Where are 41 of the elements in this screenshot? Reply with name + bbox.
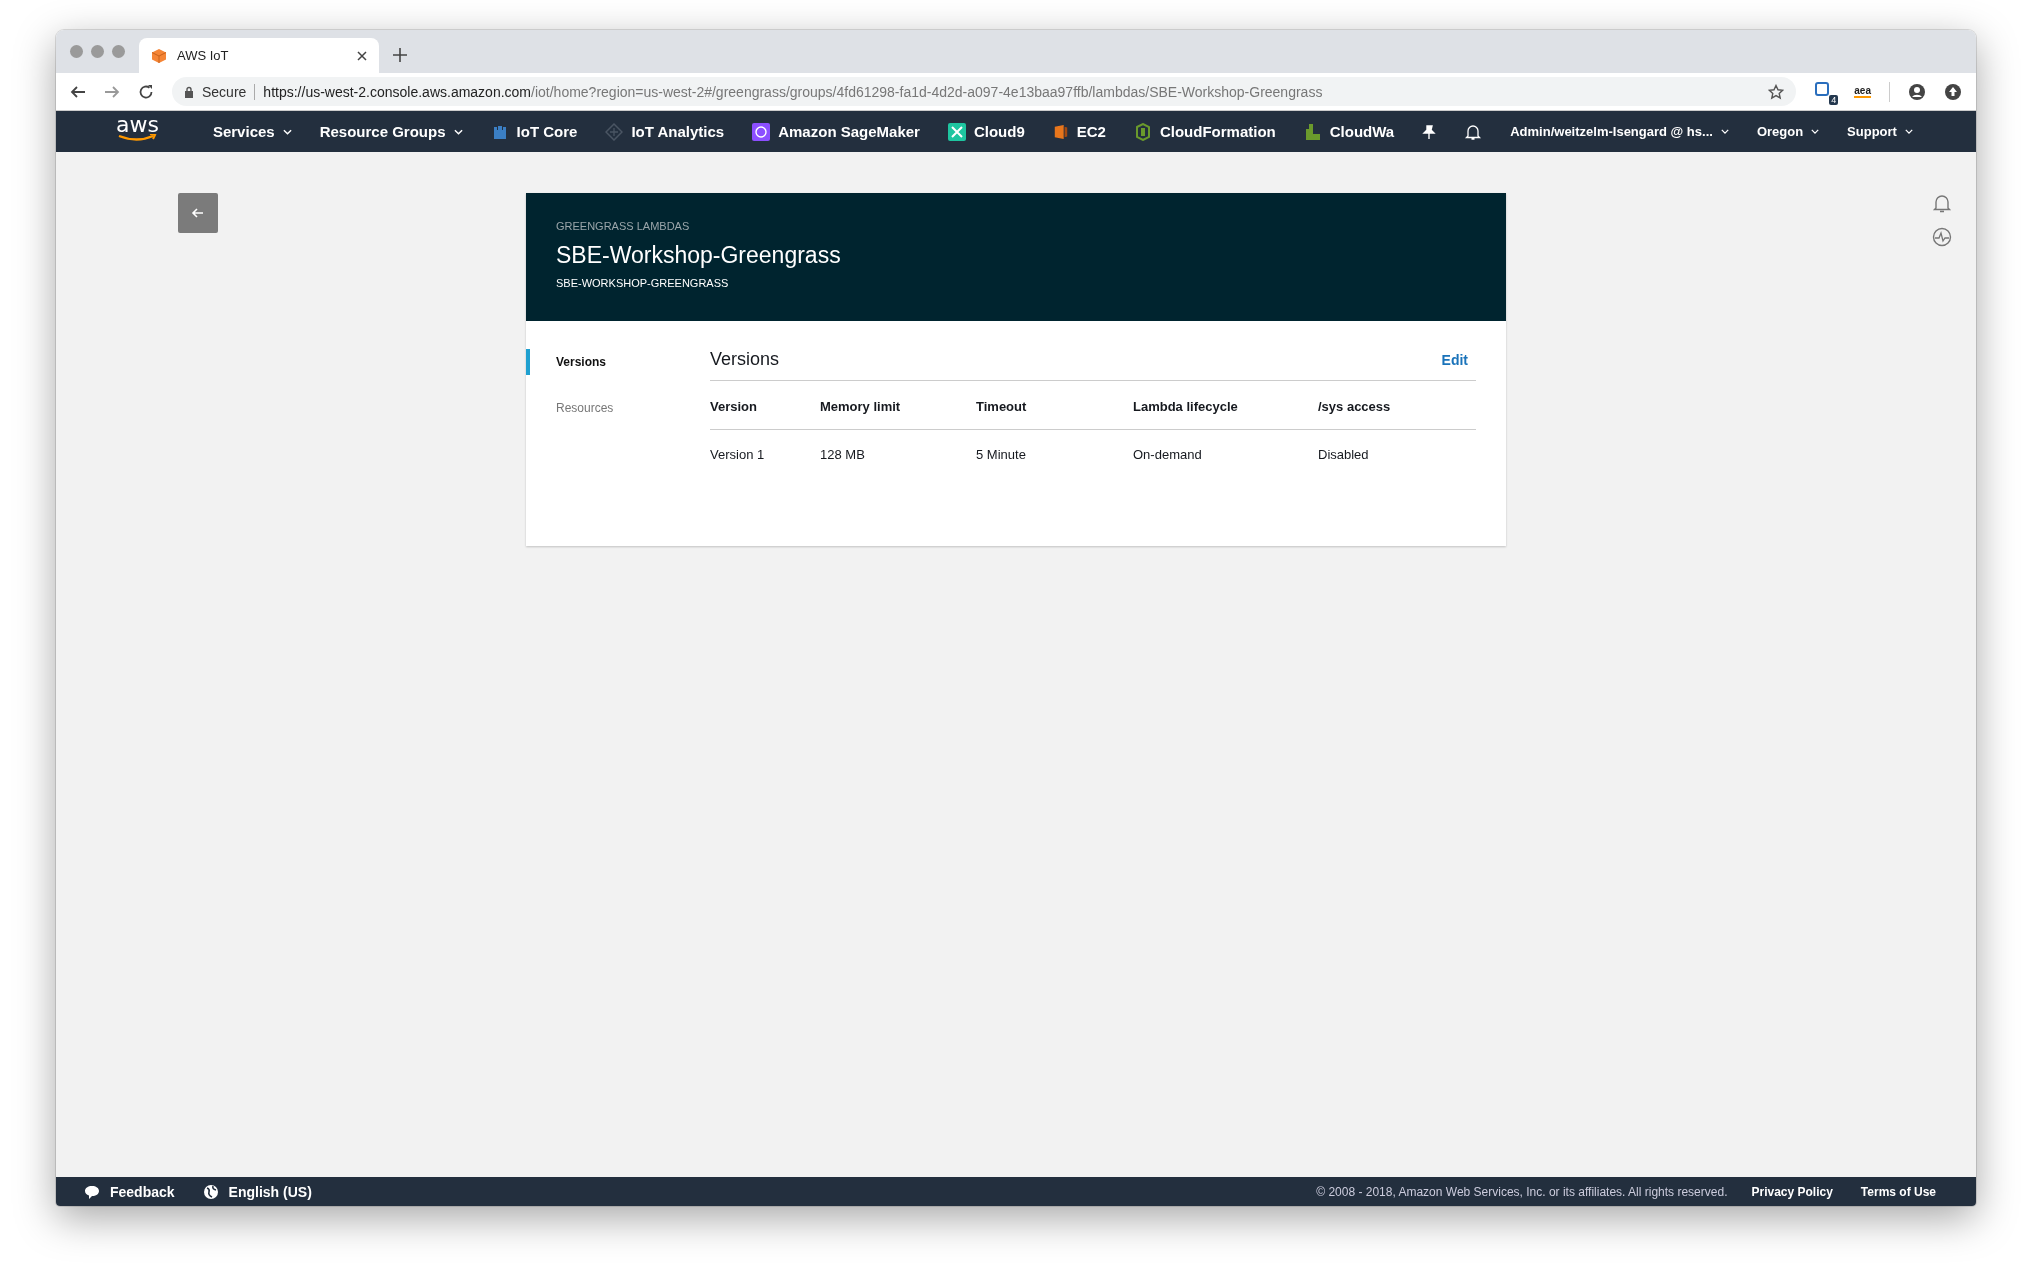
extension-label[interactable]: aea: [1854, 85, 1871, 98]
table-cell: 128 MB: [820, 429, 976, 479]
copyright-text: © 2008 - 2018, Amazon Web Services, Inc. or its affiliates. All rights reserved.: [1316, 1184, 1728, 1199]
column-header: Version: [710, 381, 820, 430]
page-subtitle: SBE-WORKSHOP-GREENGRASS: [556, 277, 730, 289]
service-shortcut[interactable]: CloudFormation: [1133, 122, 1276, 141]
nav-menu[interactable]: Services: [212, 123, 292, 140]
side-tab[interactable]: Versions: [526, 349, 710, 375]
secure-label: Secure: [202, 83, 256, 100]
section-title: Versions: [710, 349, 780, 370]
address-bar[interactable]: Secure https://us-west-2.console.aws.amazon.com/iot/home?region=us-west-2#/greengrass/groups/4fd61298-fa1d-4d2d-a097-4e13baa97ffb/lambdas/SBE-Workshop-Greengrass: [172, 77, 1797, 106]
service-shortcut[interactable]: CloudWa: [1303, 122, 1395, 141]
service-shortcut[interactable]: IoT Core: [490, 122, 578, 141]
service-shortcut[interactable]: Amazon SageMaker: [752, 122, 920, 141]
column-header: /sys access: [1318, 381, 1476, 430]
url-text: https://us-west-2.console.aws.amazon.com/iot/home?region=us-west-2#/greengrass/groups/4fd61298-fa1d-4d2d-a097-4e13baa97ffb/lambdas/SBE-Workshop-Greengrass: [263, 83, 1324, 100]
browser-tab[interactable]: AWS IoT: [139, 38, 379, 73]
support-menu[interactable]: Support: [1847, 124, 1913, 139]
account-menu[interactable]: Admin/weitzelm-Isengard @ hs...: [1510, 124, 1729, 139]
column-header: Timeout: [976, 381, 1133, 430]
table-cell: Version 1: [710, 429, 820, 479]
service-shortcut[interactable]: EC2: [1052, 122, 1106, 141]
language-selector[interactable]: English (US): [202, 1183, 312, 1200]
breadcrumb-label: GREENGRASS LAMBDAS: [556, 220, 691, 232]
table-cell: Disabled: [1318, 429, 1476, 479]
column-header: Lambda lifecycle: [1133, 381, 1318, 430]
table-cell: On-demand: [1133, 429, 1318, 479]
table-cell: 5 Minute: [976, 429, 1133, 479]
feedback-link[interactable]: Feedback: [84, 1183, 175, 1200]
footer-link[interactable]: Terms of Use: [1860, 1184, 1936, 1199]
extension-button[interactable]: 4: [1814, 80, 1837, 103]
column-header: Memory limit: [820, 381, 976, 430]
service-shortcut[interactable]: IoT Analytics: [605, 122, 725, 141]
side-tab[interactable]: Resources: [526, 395, 710, 421]
nav-menu[interactable]: Resource Groups: [319, 123, 463, 140]
aws-logo[interactable]: aws: [116, 115, 159, 142]
page-title: SBE-Workshop-Greengrass: [556, 242, 842, 269]
edit-link[interactable]: Edit: [1441, 351, 1468, 368]
service-shortcut[interactable]: Cloud9: [947, 122, 1025, 141]
region-menu[interactable]: Oregon: [1756, 124, 1820, 139]
footer-link[interactable]: Privacy Policy: [1751, 1184, 1833, 1199]
